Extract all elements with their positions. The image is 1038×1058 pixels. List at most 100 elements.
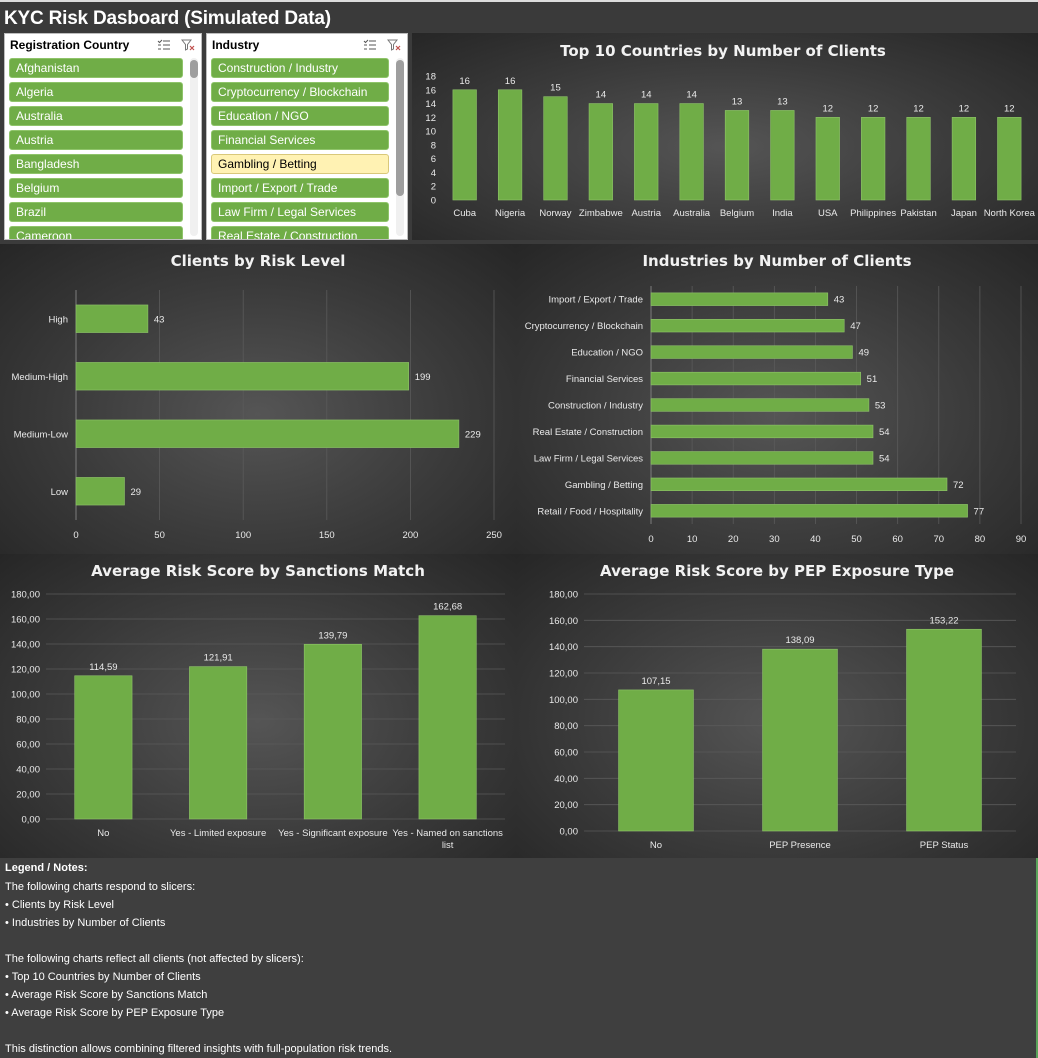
x-tick-label: 60 [892, 534, 903, 545]
slicer-item[interactable]: Construction / Industry [211, 58, 389, 78]
slicer-industry[interactable]: Industry Construction / Industry Cryptocu… [206, 33, 408, 240]
x-category-label: PEP Presence [769, 840, 831, 851]
data-label: 162,68 [433, 602, 462, 613]
bar [770, 110, 795, 201]
slicer-item[interactable]: Law Firm / Legal Services [211, 202, 389, 222]
scroll-thumb[interactable] [396, 60, 404, 196]
x-category-label: Japan [951, 208, 977, 219]
x-tick-label: 50 [851, 534, 862, 545]
data-label: 138,09 [785, 635, 814, 646]
y-category-label: Education / NGO [571, 348, 643, 359]
y-category-label: Financial Services [566, 374, 643, 385]
y-category-label: Law Firm / Legal Services [534, 453, 644, 464]
y-tick-label: 0,00 [560, 827, 579, 838]
slicer-item-list: Construction / Industry Cryptocurrency / … [211, 58, 389, 239]
slicer-item[interactable]: Cryptocurrency / Blockchain [211, 82, 389, 102]
x-tick-label: 40 [810, 534, 821, 545]
chart-risk-by-sanctions: Average Risk Score by Sanctions Match 0,0… [0, 554, 516, 858]
y-tick-label: 120,00 [11, 665, 40, 676]
data-label: 12 [822, 103, 833, 114]
x-category-label: Yes - Limited exposure [170, 828, 266, 839]
data-label: 12 [913, 103, 924, 114]
bar [588, 103, 613, 201]
bar [650, 504, 968, 518]
x-category-label: No [97, 828, 109, 839]
slicer-registration-country[interactable]: Registration Country Afghanistan Algeria A… [4, 33, 202, 240]
slicer-item[interactable]: Import / Export / Trade [211, 178, 389, 198]
x-tick-label: 20 [728, 534, 739, 545]
y-category-label: Cryptocurrency / Blockchain [525, 321, 643, 332]
y-tick-label: 0,00 [22, 815, 41, 826]
data-label: 121,91 [204, 653, 233, 664]
slicer-item[interactable]: Education / NGO [211, 106, 389, 126]
bar [543, 96, 568, 201]
y-category-label: Retail / Food / Hospitality [537, 506, 643, 517]
y-tick-label: 16 [425, 85, 436, 96]
data-label: 43 [154, 314, 165, 325]
bar [815, 117, 840, 201]
slicer-scrollbar[interactable] [396, 58, 404, 236]
slicer-item[interactable]: Afghanistan [9, 58, 183, 78]
bar [724, 110, 750, 201]
notes-lines: The following charts respond to slicers:… [5, 878, 1036, 1058]
x-category-label: USA [818, 208, 838, 219]
bar [452, 89, 477, 201]
data-label: 29 [130, 487, 141, 498]
data-label: 153,22 [929, 615, 958, 626]
data-label: 15 [550, 83, 561, 94]
slicer-item[interactable]: Cameroon [9, 226, 183, 239]
data-label: 13 [732, 96, 743, 107]
dashboard-title: KYC Risk Dasboard (Simulated Data) [4, 8, 331, 29]
scroll-thumb[interactable] [190, 60, 198, 78]
chart-title: Average Risk Score by PEP Exposure Type [600, 562, 954, 580]
x-tick-label: 0 [648, 534, 653, 545]
y-tick-label: 20,00 [554, 800, 578, 811]
bar [906, 117, 931, 201]
notes-line: • Top 10 Countries by Number of Clients [5, 971, 201, 983]
slicer-scrollbar[interactable] [190, 58, 198, 236]
x-category-label: Austria [631, 208, 661, 219]
x-category-label: Belgium [720, 208, 754, 219]
data-label: 53 [875, 401, 886, 412]
clear-filter-icon[interactable] [387, 39, 401, 51]
clear-filter-icon[interactable] [181, 39, 195, 51]
data-label: 54 [879, 427, 890, 438]
slicer-title: Industry [212, 38, 260, 52]
x-tick-label: 100 [235, 530, 251, 541]
slicer-item[interactable]: Financial Services [211, 130, 389, 150]
notes-line: • Clients by Risk Level [5, 899, 115, 911]
x-tick-label: 200 [402, 530, 418, 541]
bar [75, 304, 149, 333]
slicer-item[interactable]: Austria [9, 130, 183, 150]
bar [189, 666, 248, 820]
y-tick-label: 8 [431, 140, 436, 151]
slicer-item[interactable]: Bangladesh [9, 154, 183, 174]
slicer-item[interactable]: Real Estate / Construction [211, 226, 389, 239]
x-tick-label: 50 [154, 530, 165, 541]
slicer-item[interactable]: Australia [9, 106, 183, 126]
data-label: 107,15 [641, 676, 670, 687]
x-tick-label: 30 [769, 534, 780, 545]
slicer-item[interactable]: Belgium [9, 178, 183, 198]
y-tick-label: 0 [431, 196, 436, 207]
data-label: 77 [974, 506, 985, 517]
legend-notes: Legend / Notes: The following charts res… [0, 858, 1038, 1058]
data-label: 199 [415, 372, 431, 383]
multi-select-icon[interactable] [363, 39, 377, 51]
bar [650, 371, 861, 386]
slicer-item[interactable]: Algeria [9, 82, 183, 102]
y-tick-label: 140,00 [549, 642, 578, 653]
data-label: 13 [777, 96, 788, 107]
bar [418, 615, 477, 820]
slicer-title: Registration Country [10, 38, 130, 52]
y-category-label: Low [51, 487, 69, 498]
bar [618, 689, 694, 832]
x-category-label: Yes - Named on sanctions list [392, 828, 503, 851]
y-tick-label: 60,00 [554, 748, 578, 759]
x-category-label: Nigeria [495, 208, 526, 219]
slicer-item[interactable]: Brazil [9, 202, 183, 222]
y-tick-label: 20,00 [16, 790, 40, 801]
x-category-label: India [772, 208, 793, 219]
multi-select-icon[interactable] [157, 39, 171, 51]
slicer-item[interactable]: Gambling / Betting [211, 154, 389, 174]
